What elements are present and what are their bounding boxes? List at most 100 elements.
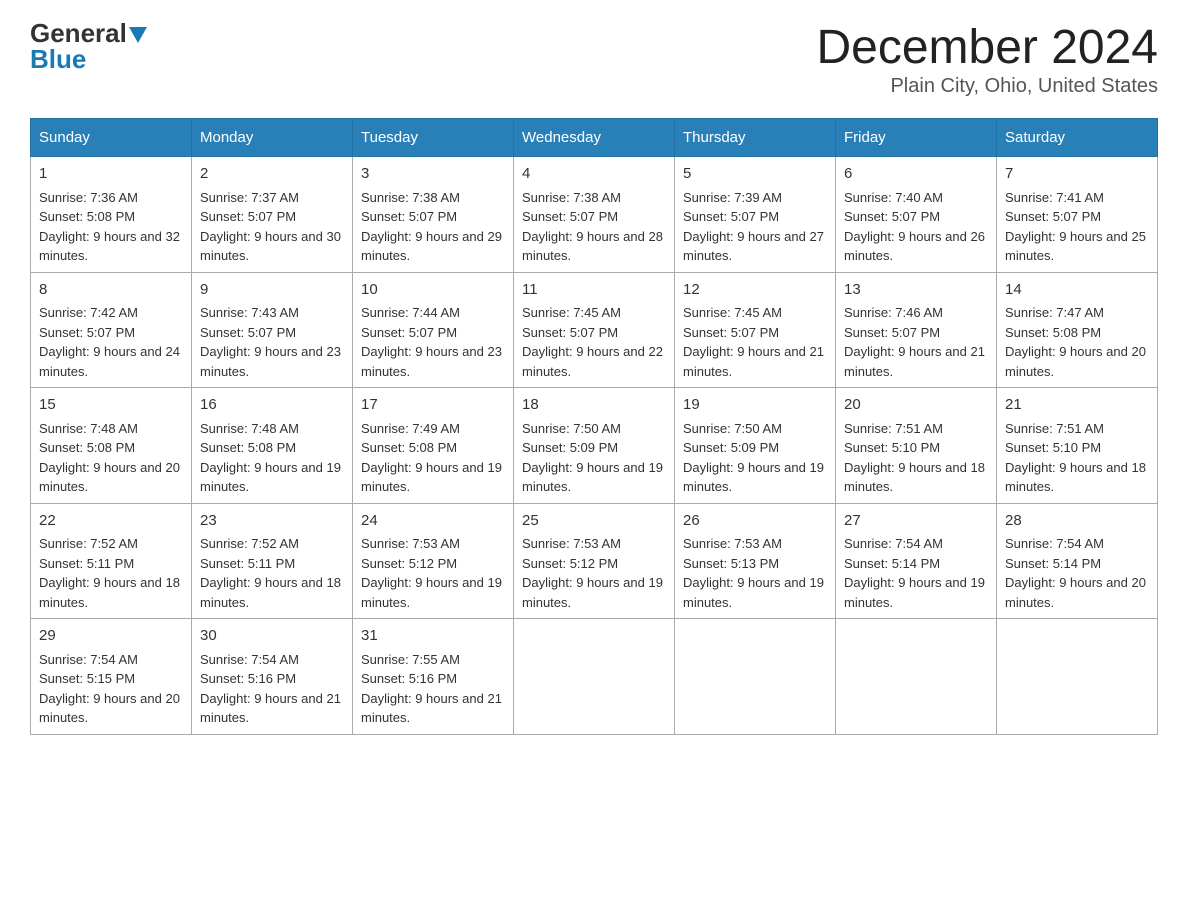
day-number: 25 <box>522 510 666 533</box>
calendar-cell: 16Sunrise: 7:48 AMSunset: 5:08 PMDayligh… <box>192 388 353 504</box>
calendar-cell: 11Sunrise: 7:45 AMSunset: 5:07 PMDayligh… <box>514 272 675 388</box>
calendar-cell: 21Sunrise: 7:51 AMSunset: 5:10 PMDayligh… <box>997 388 1158 504</box>
day-info: Sunrise: 7:51 AMSunset: 5:10 PMDaylight:… <box>1005 419 1149 497</box>
calendar-cell: 23Sunrise: 7:52 AMSunset: 5:11 PMDayligh… <box>192 503 353 619</box>
day-info: Sunrise: 7:39 AMSunset: 5:07 PMDaylight:… <box>683 188 827 266</box>
calendar-subtitle: Plain City, Ohio, United States <box>816 75 1158 98</box>
calendar-cell: 18Sunrise: 7:50 AMSunset: 5:09 PMDayligh… <box>514 388 675 504</box>
day-info: Sunrise: 7:45 AMSunset: 5:07 PMDaylight:… <box>683 303 827 381</box>
day-info: Sunrise: 7:38 AMSunset: 5:07 PMDaylight:… <box>361 188 505 266</box>
calendar-cell: 26Sunrise: 7:53 AMSunset: 5:13 PMDayligh… <box>675 503 836 619</box>
calendar-cell: 5Sunrise: 7:39 AMSunset: 5:07 PMDaylight… <box>675 157 836 273</box>
calendar-cell: 1Sunrise: 7:36 AMSunset: 5:08 PMDaylight… <box>31 157 192 273</box>
day-info: Sunrise: 7:53 AMSunset: 5:13 PMDaylight:… <box>683 534 827 612</box>
calendar-table: SundayMondayTuesdayWednesdayThursdayFrid… <box>30 118 1158 735</box>
page-header: General Blue December 2024 Plain City, O… <box>30 20 1158 98</box>
day-info: Sunrise: 7:43 AMSunset: 5:07 PMDaylight:… <box>200 303 344 381</box>
day-number: 9 <box>200 279 344 302</box>
day-info: Sunrise: 7:54 AMSunset: 5:16 PMDaylight:… <box>200 650 344 728</box>
day-number: 24 <box>361 510 505 533</box>
day-number: 6 <box>844 163 988 186</box>
calendar-header-row: SundayMondayTuesdayWednesdayThursdayFrid… <box>31 119 1158 157</box>
header-saturday: Saturday <box>997 119 1158 157</box>
calendar-cell: 2Sunrise: 7:37 AMSunset: 5:07 PMDaylight… <box>192 157 353 273</box>
day-info: Sunrise: 7:46 AMSunset: 5:07 PMDaylight:… <box>844 303 988 381</box>
day-number: 27 <box>844 510 988 533</box>
calendar-cell <box>836 619 997 735</box>
day-number: 26 <box>683 510 827 533</box>
day-info: Sunrise: 7:54 AMSunset: 5:15 PMDaylight:… <box>39 650 183 728</box>
calendar-cell: 28Sunrise: 7:54 AMSunset: 5:14 PMDayligh… <box>997 503 1158 619</box>
day-info: Sunrise: 7:42 AMSunset: 5:07 PMDaylight:… <box>39 303 183 381</box>
calendar-title: December 2024 <box>816 20 1158 75</box>
day-info: Sunrise: 7:37 AMSunset: 5:07 PMDaylight:… <box>200 188 344 266</box>
day-info: Sunrise: 7:55 AMSunset: 5:16 PMDaylight:… <box>361 650 505 728</box>
header-wednesday: Wednesday <box>514 119 675 157</box>
calendar-cell: 15Sunrise: 7:48 AMSunset: 5:08 PMDayligh… <box>31 388 192 504</box>
day-number: 14 <box>1005 279 1149 302</box>
day-number: 31 <box>361 625 505 648</box>
day-number: 23 <box>200 510 344 533</box>
calendar-cell: 17Sunrise: 7:49 AMSunset: 5:08 PMDayligh… <box>353 388 514 504</box>
calendar-week-5: 29Sunrise: 7:54 AMSunset: 5:15 PMDayligh… <box>31 619 1158 735</box>
calendar-cell: 13Sunrise: 7:46 AMSunset: 5:07 PMDayligh… <box>836 272 997 388</box>
day-number: 20 <box>844 394 988 417</box>
calendar-cell: 20Sunrise: 7:51 AMSunset: 5:10 PMDayligh… <box>836 388 997 504</box>
day-info: Sunrise: 7:47 AMSunset: 5:08 PMDaylight:… <box>1005 303 1149 381</box>
day-info: Sunrise: 7:40 AMSunset: 5:07 PMDaylight:… <box>844 188 988 266</box>
day-info: Sunrise: 7:45 AMSunset: 5:07 PMDaylight:… <box>522 303 666 381</box>
logo-general-text: General <box>30 20 147 46</box>
calendar-week-2: 8Sunrise: 7:42 AMSunset: 5:07 PMDaylight… <box>31 272 1158 388</box>
title-block: December 2024 Plain City, Ohio, United S… <box>816 20 1158 98</box>
day-number: 30 <box>200 625 344 648</box>
calendar-cell: 19Sunrise: 7:50 AMSunset: 5:09 PMDayligh… <box>675 388 836 504</box>
day-info: Sunrise: 7:50 AMSunset: 5:09 PMDaylight:… <box>522 419 666 497</box>
calendar-cell: 29Sunrise: 7:54 AMSunset: 5:15 PMDayligh… <box>31 619 192 735</box>
day-number: 22 <box>39 510 183 533</box>
day-info: Sunrise: 7:53 AMSunset: 5:12 PMDaylight:… <box>361 534 505 612</box>
calendar-cell: 6Sunrise: 7:40 AMSunset: 5:07 PMDaylight… <box>836 157 997 273</box>
day-info: Sunrise: 7:54 AMSunset: 5:14 PMDaylight:… <box>1005 534 1149 612</box>
day-number: 10 <box>361 279 505 302</box>
calendar-cell: 10Sunrise: 7:44 AMSunset: 5:07 PMDayligh… <box>353 272 514 388</box>
day-number: 15 <box>39 394 183 417</box>
day-number: 18 <box>522 394 666 417</box>
day-info: Sunrise: 7:53 AMSunset: 5:12 PMDaylight:… <box>522 534 666 612</box>
header-friday: Friday <box>836 119 997 157</box>
day-number: 4 <box>522 163 666 186</box>
calendar-cell: 3Sunrise: 7:38 AMSunset: 5:07 PMDaylight… <box>353 157 514 273</box>
calendar-week-3: 15Sunrise: 7:48 AMSunset: 5:08 PMDayligh… <box>31 388 1158 504</box>
calendar-cell: 22Sunrise: 7:52 AMSunset: 5:11 PMDayligh… <box>31 503 192 619</box>
day-number: 2 <box>200 163 344 186</box>
day-number: 7 <box>1005 163 1149 186</box>
day-number: 19 <box>683 394 827 417</box>
calendar-week-4: 22Sunrise: 7:52 AMSunset: 5:11 PMDayligh… <box>31 503 1158 619</box>
calendar-cell: 7Sunrise: 7:41 AMSunset: 5:07 PMDaylight… <box>997 157 1158 273</box>
header-thursday: Thursday <box>675 119 836 157</box>
calendar-cell: 25Sunrise: 7:53 AMSunset: 5:12 PMDayligh… <box>514 503 675 619</box>
header-monday: Monday <box>192 119 353 157</box>
day-info: Sunrise: 7:48 AMSunset: 5:08 PMDaylight:… <box>200 419 344 497</box>
day-info: Sunrise: 7:52 AMSunset: 5:11 PMDaylight:… <box>200 534 344 612</box>
calendar-cell: 12Sunrise: 7:45 AMSunset: 5:07 PMDayligh… <box>675 272 836 388</box>
day-number: 3 <box>361 163 505 186</box>
header-tuesday: Tuesday <box>353 119 514 157</box>
day-number: 13 <box>844 279 988 302</box>
day-info: Sunrise: 7:48 AMSunset: 5:08 PMDaylight:… <box>39 419 183 497</box>
day-number: 16 <box>200 394 344 417</box>
calendar-cell: 9Sunrise: 7:43 AMSunset: 5:07 PMDaylight… <box>192 272 353 388</box>
day-number: 12 <box>683 279 827 302</box>
day-number: 21 <box>1005 394 1149 417</box>
day-info: Sunrise: 7:52 AMSunset: 5:11 PMDaylight:… <box>39 534 183 612</box>
calendar-week-1: 1Sunrise: 7:36 AMSunset: 5:08 PMDaylight… <box>31 157 1158 273</box>
day-number: 8 <box>39 279 183 302</box>
calendar-cell: 14Sunrise: 7:47 AMSunset: 5:08 PMDayligh… <box>997 272 1158 388</box>
day-info: Sunrise: 7:51 AMSunset: 5:10 PMDaylight:… <box>844 419 988 497</box>
logo: General Blue <box>30 20 147 72</box>
calendar-cell <box>997 619 1158 735</box>
calendar-cell <box>514 619 675 735</box>
calendar-cell <box>675 619 836 735</box>
day-info: Sunrise: 7:49 AMSunset: 5:08 PMDaylight:… <box>361 419 505 497</box>
day-number: 5 <box>683 163 827 186</box>
day-number: 28 <box>1005 510 1149 533</box>
